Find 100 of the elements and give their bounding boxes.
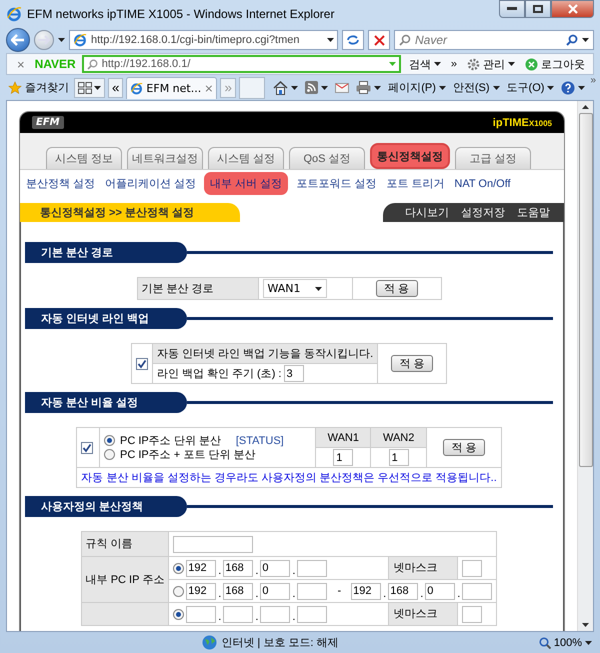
refresh-button[interactable]: [342, 30, 364, 50]
star-icon: [8, 80, 22, 94]
help-icon: [561, 80, 576, 94]
ip-octet-field[interactable]: 192: [351, 582, 382, 600]
mail-button[interactable]: [333, 82, 352, 92]
search-icon: [86, 58, 98, 70]
menu-tab[interactable]: 시스템 설정: [208, 147, 284, 169]
ip-octet-field[interactable]: 168: [388, 582, 418, 600]
forward-button[interactable]: [34, 30, 54, 50]
command-menu[interactable]: 도구(O): [504, 80, 556, 95]
more-button[interactable]: »: [448, 58, 459, 70]
apply-button[interactable]: 적 용: [376, 280, 418, 297]
ip-octet-field[interactable]: 192: [186, 582, 216, 600]
browser-tab[interactable]: EFM net... ×: [126, 76, 218, 98]
quick-tabs-button[interactable]: [74, 78, 105, 98]
netmask-field[interactable]: [462, 606, 482, 622]
ip-octet-field[interactable]: 0: [425, 582, 456, 600]
submenu-link[interactable]: 어플리케이션 설정: [103, 173, 198, 194]
ip-octet-field[interactable]: [186, 606, 216, 622]
checkbox[interactable]: [81, 442, 94, 454]
submenu-link[interactable]: 포트포워드 설정: [294, 173, 378, 194]
manage-menu[interactable]: 관리: [465, 56, 517, 72]
submenu-link[interactable]: 내부 서버 설정: [204, 172, 288, 195]
help-button[interactable]: [559, 80, 588, 94]
scrollbar-thumb[interactable]: [578, 113, 592, 467]
home-button[interactable]: [271, 80, 300, 94]
ratio-field[interactable]: 1: [333, 449, 354, 466]
caret-icon: [434, 62, 441, 66]
menu-tab[interactable]: 시스템 정보: [46, 147, 122, 169]
ip-octet-field[interactable]: [297, 606, 328, 622]
command-menu[interactable]: 안전(S): [450, 80, 502, 95]
close-icon: [568, 4, 578, 14]
ip-octet-field[interactable]: [462, 582, 492, 600]
search-box[interactable]: Naver: [394, 30, 594, 50]
status-link[interactable]: [STATUS]: [236, 434, 284, 448]
ip-octet-field[interactable]: [223, 606, 254, 622]
submenu-link[interactable]: 분산정책 설정: [24, 173, 98, 194]
menu-tab[interactable]: QoS 설정: [289, 147, 365, 169]
ip-octet-field[interactable]: [260, 606, 290, 622]
ip-octet-field[interactable]: [297, 560, 328, 576]
address-bar[interactable]: http://192.168.0.1/cgi-bin/timepro.cgi?tmen: [69, 30, 338, 50]
radio-button[interactable]: [173, 608, 184, 620]
zoom-level[interactable]: 100%: [538, 636, 592, 648]
radio-button[interactable]: [173, 562, 184, 574]
scroll-up-icon[interactable]: [582, 105, 589, 109]
naver-logo: NAVER: [34, 57, 76, 71]
toolbar-search-box[interactable]: http://192.168.0.1/: [82, 55, 401, 73]
tab-title: EFM net...: [146, 82, 202, 94]
ip-octet-field[interactable]: 168: [223, 560, 254, 576]
section-header: 기본 분산 경로: [25, 242, 187, 263]
menu-tab[interactable]: 고급 설정: [455, 147, 531, 169]
search-icon[interactable]: [566, 34, 578, 46]
ip-octet-field[interactable]: 0: [260, 582, 290, 600]
menu-tab[interactable]: 통신정책설정: [370, 143, 450, 169]
field-label: 기본 분산 경로: [142, 282, 214, 294]
scroll-down-icon[interactable]: [582, 623, 589, 627]
radio-button[interactable]: [173, 586, 184, 596]
tab-scroll-button[interactable]: «: [108, 78, 124, 98]
submenu-link[interactable]: 포트 트리거: [384, 173, 446, 194]
ip-dot: .: [292, 612, 296, 622]
back-button[interactable]: [6, 28, 30, 52]
logout-button[interactable]: 로그아웃: [523, 56, 587, 72]
close-toolbar-button[interactable]: ×: [13, 56, 29, 72]
toolbar-overflow[interactable]: »: [590, 75, 596, 86]
field-label: 넷마스크: [393, 608, 438, 620]
maximize-button[interactable]: [525, 0, 551, 18]
ip-dot: .: [255, 612, 258, 622]
action-link[interactable]: 설정저장: [461, 205, 505, 220]
feeds-button[interactable]: [303, 81, 330, 94]
menu-tab[interactable]: 네트워크설정: [127, 147, 203, 169]
section-header: 자동 분산 비율 설정: [25, 392, 187, 413]
search-menu[interactable]: 검색: [406, 56, 443, 72]
print-button[interactable]: [354, 81, 384, 94]
caret-icon[interactable]: [388, 62, 396, 66]
minimize-button[interactable]: [499, 0, 525, 18]
tab-close-button[interactable]: ×: [204, 82, 214, 94]
favorites-button[interactable]: 즐겨찾기: [6, 80, 71, 95]
apply-button[interactable]: 적 용: [442, 439, 485, 456]
rule-name-field[interactable]: [173, 536, 254, 552]
period-field[interactable]: 3: [284, 365, 304, 382]
submenu-link[interactable]: NAT On/Off: [452, 174, 513, 192]
apply-button[interactable]: 적 용: [391, 355, 434, 372]
checkbox[interactable]: [136, 358, 148, 370]
command-menu[interactable]: 페이지(P): [386, 80, 448, 95]
ratio-field[interactable]: 1: [388, 449, 409, 466]
wan-dropdown[interactable]: WAN1: [262, 279, 326, 298]
vertical-scrollbar[interactable]: [577, 101, 593, 631]
ip-octet-field[interactable]: 0: [260, 560, 290, 576]
action-link[interactable]: 다시보기: [405, 205, 449, 220]
stop-button[interactable]: [368, 30, 390, 50]
action-link[interactable]: 도움말: [517, 205, 550, 220]
netmask-field[interactable]: [462, 560, 482, 576]
gear-icon: [467, 58, 480, 70]
radio-button[interactable]: [104, 449, 116, 460]
ip-octet-field[interactable]: [297, 582, 328, 600]
field-label: 규칙 이름: [86, 538, 133, 550]
radio-button[interactable]: [104, 435, 116, 446]
ip-octet-field[interactable]: 168: [223, 582, 254, 600]
ip-octet-field[interactable]: 192: [186, 560, 216, 576]
close-button[interactable]: [551, 0, 594, 18]
